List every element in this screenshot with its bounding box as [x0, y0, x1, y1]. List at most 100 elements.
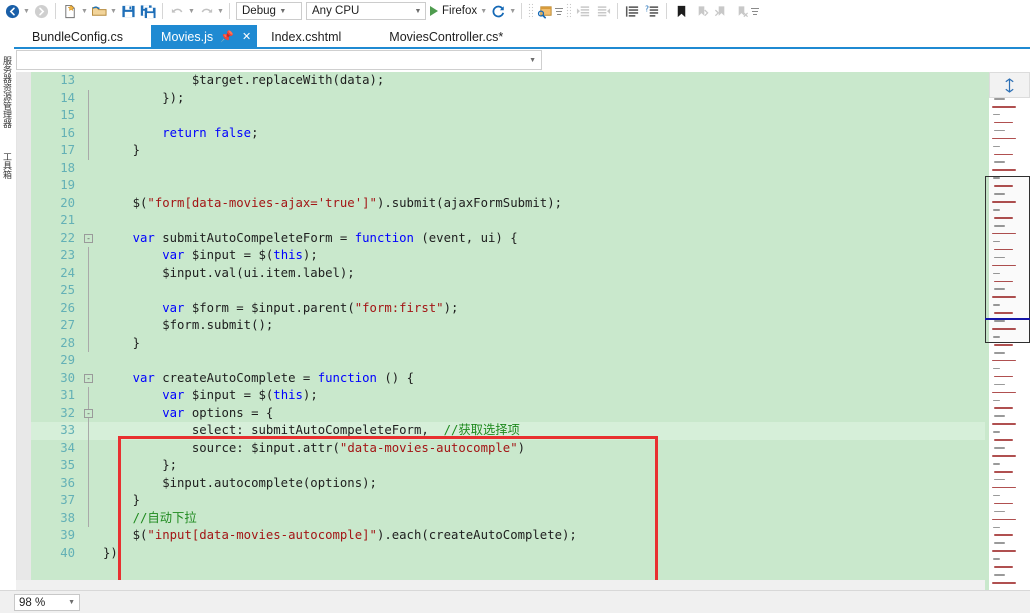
code-text-area[interactable]: 13 $target.replaceWith(data); 14 }); 15 16 … [31, 72, 1012, 590]
open-file-caret-icon[interactable] [109, 1, 118, 21]
horizontal-scrollbar[interactable] [16, 580, 985, 590]
navigate-forward-button[interactable] [31, 1, 51, 21]
start-debugging-button[interactable]: Firefox [428, 1, 479, 21]
code-line[interactable]: 32- var options = { [31, 404, 1012, 422]
code-line[interactable]: 38 //自动下拉 [31, 509, 1012, 527]
code-line[interactable]: 31 var $input = $(this); [31, 387, 1012, 405]
save-button[interactable] [118, 1, 138, 21]
undo-icon [171, 8, 182, 13]
scrollbar-map-mode[interactable] [985, 72, 1030, 590]
close-icon[interactable]: ✕ [240, 30, 253, 43]
code-line[interactable]: 37 } [31, 492, 1012, 510]
expand-minimap-button[interactable] [989, 72, 1030, 98]
navigate-forward-icon [34, 4, 48, 18]
minimap-line [992, 455, 1017, 457]
line-number: 40 [60, 545, 75, 560]
pin-icon[interactable]: 📌 [220, 30, 234, 43]
new-item-button[interactable] [60, 1, 80, 21]
code-line[interactable]: 27 $form.submit(); [31, 317, 1012, 335]
collapse-region-toggle[interactable]: - [84, 373, 93, 383]
toggle-bookmark-button[interactable] [671, 1, 691, 21]
code-line[interactable]: 18 [31, 160, 1012, 178]
line-number: 39 [60, 528, 75, 542]
browser-link-button[interactable] [535, 1, 555, 21]
code-line[interactable]: 24 $input.val(ui.item.label); [31, 264, 1012, 282]
minimap-line [994, 383, 1006, 386]
new-item-caret-icon[interactable] [80, 1, 89, 21]
code-line[interactable]: 14 }); [31, 89, 1012, 107]
previous-bookmark-button[interactable] [691, 1, 711, 21]
fold-guide-line [88, 264, 89, 282]
dock-tab-toolbox[interactable]: 工具箱 [0, 152, 14, 179]
left-dock-strip: 服务器资源管理器 工具箱 [0, 24, 14, 590]
undo-button[interactable] [167, 1, 187, 21]
toolbar-separator [666, 3, 668, 19]
line-number: 38 [60, 510, 75, 525]
tab-bundleconfig-cs[interactable]: BundleConfig.cs [22, 25, 134, 48]
save-all-button[interactable] [138, 1, 158, 21]
refresh-caret-icon[interactable] [508, 1, 517, 21]
member-navigation-dropdown[interactable] [16, 50, 542, 70]
code-line[interactable]: 22- var submitAutoCompeleteForm = functi… [31, 230, 1012, 248]
tab-movies-js[interactable]: Movies.js 📌 ✕ [151, 25, 258, 48]
dock-tab-server-explorer[interactable]: 服务器资源管理器 [0, 56, 14, 128]
chevron-down-icon [276, 8, 290, 15]
increase-indent-button[interactable] [573, 1, 593, 21]
code-line[interactable]: 13 $target.replaceWith(data); [31, 72, 1012, 90]
toolbar-overflow-icon[interactable] [751, 1, 760, 21]
toolbar-grip[interactable] [528, 3, 534, 19]
comment-selection-button[interactable] [622, 1, 642, 21]
minimap-line [993, 145, 1000, 148]
code-line[interactable]: 33 select: submitAutoCompeleteForm, //获取… [31, 422, 1012, 440]
redo-caret-icon[interactable] [216, 1, 225, 21]
uncomment-selection-button[interactable]: ? [642, 1, 662, 21]
solution-platform-value: Any CPU [312, 5, 360, 17]
tab-index-cshtml[interactable]: Index.cshtml [261, 25, 352, 48]
code-line[interactable]: 39 $("input[data-movies-autocomple]").ea… [31, 527, 1012, 545]
code-line[interactable]: 34 source: $input.attr("data-movies-auto… [31, 439, 1012, 457]
undo-caret-icon[interactable] [187, 1, 196, 21]
code-line-text: var $input = $(this); [162, 248, 318, 262]
code-editor[interactable]: 13 $target.replaceWith(data); 14 }); 15 16 … [16, 72, 1012, 590]
toolbar-grip[interactable] [566, 3, 572, 19]
code-line[interactable]: 20 $("form[data-movies-ajax='true']").su… [31, 195, 1012, 213]
code-line[interactable]: 21 [31, 212, 1012, 230]
zoom-level-dropdown[interactable]: 98 % [14, 594, 80, 611]
redo-icon [201, 8, 212, 13]
code-line[interactable]: 19 [31, 177, 1012, 195]
code-line[interactable]: 30- var createAutoComplete = function ()… [31, 370, 1012, 388]
code-line[interactable]: 16 return false; [31, 124, 1012, 142]
fold-guide-line [88, 247, 89, 265]
code-line[interactable]: 36 $input.autocomplete(options); [31, 474, 1012, 492]
code-line-text: select: submitAutoCompeleteForm, //获取选择项 [103, 423, 520, 437]
code-line[interactable]: 29 [31, 352, 1012, 370]
collapse-region-toggle[interactable]: - [84, 408, 93, 418]
navigate-back-button[interactable] [2, 1, 22, 21]
redo-button[interactable] [196, 1, 216, 21]
next-bookmark-button[interactable] [711, 1, 731, 21]
play-icon [430, 6, 438, 16]
code-line[interactable]: 40}) [31, 545, 1012, 563]
open-file-button[interactable] [89, 1, 109, 21]
collapse-region-toggle[interactable]: - [84, 233, 93, 243]
minimap-line [993, 526, 1000, 529]
browser-link-overflow-icon[interactable] [555, 1, 564, 21]
start-debugging-caret-icon[interactable] [479, 1, 488, 21]
code-line[interactable]: 35 }; [31, 457, 1012, 475]
refresh-button[interactable] [488, 1, 508, 21]
code-line[interactable]: 15 [31, 107, 1012, 125]
decrease-indent-button[interactable] [593, 1, 613, 21]
code-line[interactable]: 23 var $input = $(this); [31, 247, 1012, 265]
code-line[interactable]: 25 [31, 282, 1012, 300]
solution-configuration-dropdown[interactable]: Debug [236, 2, 302, 20]
clear-bookmarks-button[interactable] [731, 1, 751, 21]
code-line[interactable]: 26 var $form = $input.parent("form:first… [31, 299, 1012, 317]
line-number: 18 [60, 160, 75, 175]
tab-label: BundleConfig.cs [32, 29, 124, 44]
navigate-back-caret-icon[interactable] [22, 1, 31, 21]
code-line[interactable]: 28 } [31, 334, 1012, 352]
solution-platform-dropdown[interactable]: Any CPU [306, 2, 426, 20]
minimap-line [994, 344, 1014, 346]
tab-moviescontroller-cs[interactable]: MoviesController.cs* [379, 25, 514, 48]
code-line[interactable]: 17 } [31, 142, 1012, 160]
